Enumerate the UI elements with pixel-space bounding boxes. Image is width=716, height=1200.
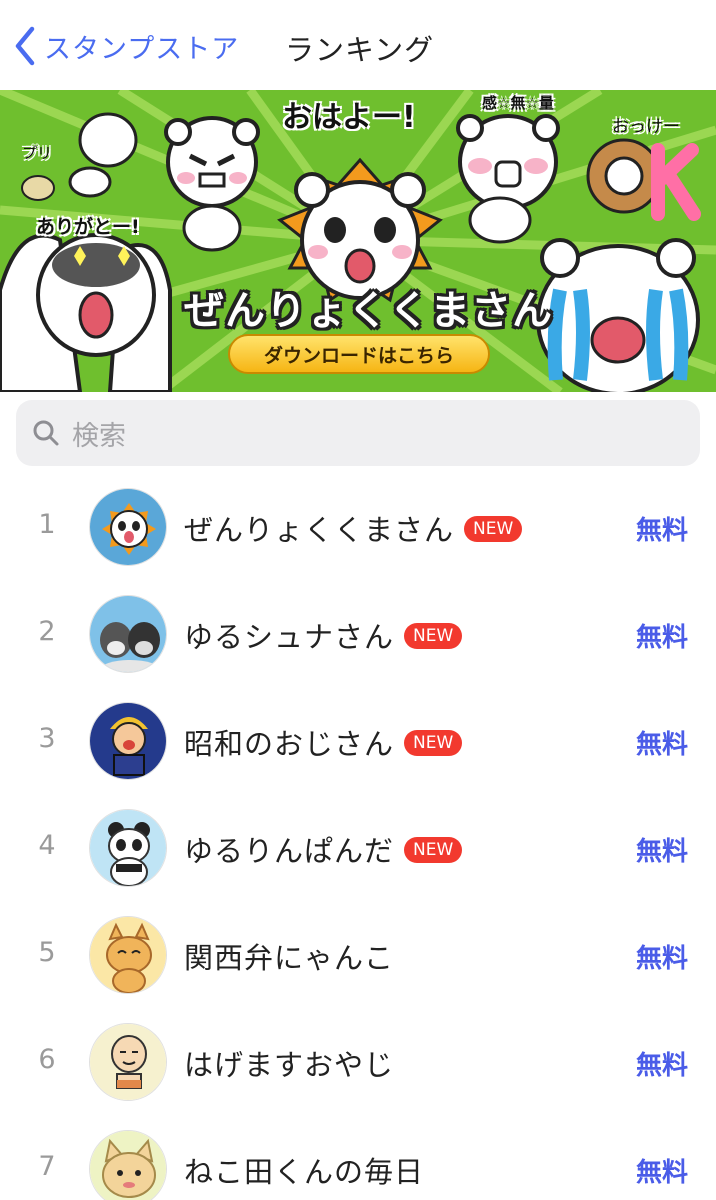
search-field[interactable]: 検索 bbox=[16, 400, 700, 466]
list-item[interactable]: 2 ゆるシュナさん NEW 無料 bbox=[0, 580, 716, 687]
rank-number: 5 bbox=[38, 937, 56, 968]
new-badge: NEW bbox=[404, 623, 463, 649]
sticker-title: 関西弁にゃんこ bbox=[184, 935, 394, 977]
back-button[interactable]: スタンプストア bbox=[14, 24, 239, 68]
sticker-thumbnail bbox=[89, 1130, 167, 1200]
sticker-thumbnail bbox=[89, 1023, 167, 1101]
price-button[interactable]: 無料 bbox=[636, 1152, 688, 1189]
rank-number: 6 bbox=[38, 1044, 56, 1075]
list-item[interactable]: 1 ぜんりょくくまさん NEW 無料 bbox=[0, 473, 716, 580]
banner-caption-okke: おっけー bbox=[612, 117, 680, 137]
ranking-list: 1 ぜんりょくくまさん NEW 無料 2 ゆるシュナさん NEW 無料 3 昭和… bbox=[0, 473, 716, 1200]
banner-caption-k: K bbox=[0, 90, 1, 91]
rank-number: 3 bbox=[38, 723, 56, 754]
sticker-title: ゆるりんぱんだ NEW bbox=[184, 828, 463, 870]
price-button[interactable]: 無料 bbox=[636, 510, 688, 547]
sticker-name: ねこ田くんの毎日 bbox=[184, 1155, 425, 1189]
search-icon bbox=[33, 420, 59, 446]
sticker-name: ゆるりんぱんだ bbox=[184, 834, 395, 868]
sticker-name: はげますおやじ bbox=[184, 1048, 395, 1082]
sticker-title: はげますおやじ bbox=[184, 1042, 394, 1084]
rank-number: 7 bbox=[38, 1151, 56, 1182]
sticker-title: 昭和のおじさん NEW bbox=[184, 721, 463, 763]
search-placeholder: 検索 bbox=[72, 420, 126, 452]
sticker-thumbnail bbox=[89, 916, 167, 994]
navigation-bar: スタンプストア ランキング bbox=[0, 0, 716, 90]
download-button[interactable]: ダウンロードはこちら bbox=[228, 334, 490, 374]
banner-caption-arigato: ありがとー! bbox=[36, 216, 140, 238]
price-button[interactable]: 無料 bbox=[636, 831, 688, 868]
new-badge: NEW bbox=[404, 730, 463, 756]
banner-caption-kanmuryo: 感☆無☆量 bbox=[482, 94, 554, 112]
sticker-name: 関西弁にゃんこ bbox=[184, 941, 395, 975]
sticker-thumbnail bbox=[89, 809, 167, 887]
list-item[interactable]: 5 関西弁にゃんこ 無料 bbox=[0, 901, 716, 1008]
sticker-thumbnail bbox=[89, 488, 167, 566]
chevron-left-icon bbox=[15, 26, 35, 66]
sticker-name: 昭和のおじさん bbox=[184, 727, 395, 761]
list-item[interactable]: 6 はげますおやじ 無料 bbox=[0, 1008, 716, 1115]
list-item[interactable]: 3 昭和のおじさん NEW 無料 bbox=[0, 687, 716, 794]
list-item[interactable]: 7 ねこ田くんの毎日 無料 bbox=[0, 1115, 716, 1200]
banner-caption-ohayo: おはよー! bbox=[282, 100, 416, 135]
price-button[interactable]: 無料 bbox=[636, 1045, 688, 1082]
price-button[interactable]: 無料 bbox=[636, 724, 688, 761]
sticker-name: ぜんりょくくまさん bbox=[184, 513, 455, 547]
sticker-thumbnail bbox=[89, 595, 167, 673]
banner-caption-puri: プリ bbox=[22, 144, 53, 162]
page-title: ランキング bbox=[285, 33, 435, 67]
list-item[interactable]: 4 ゆるりんぱんだ NEW 無料 bbox=[0, 794, 716, 901]
sticker-title: ゆるシュナさん NEW bbox=[184, 614, 463, 656]
promo-banner[interactable]: おはよー! ありがとー! 感☆無☆量 おっけー プリ K ぜんりょくくまさん ダ… bbox=[0, 90, 716, 392]
banner-title: ぜんりょくくまさん bbox=[184, 288, 553, 334]
price-button[interactable]: 無料 bbox=[636, 938, 688, 975]
back-button-label: スタンプストア bbox=[44, 33, 240, 65]
new-badge: NEW bbox=[464, 516, 523, 542]
price-button[interactable]: 無料 bbox=[636, 617, 688, 654]
new-badge: NEW bbox=[404, 837, 463, 863]
rank-number: 4 bbox=[38, 830, 56, 861]
rank-number: 1 bbox=[38, 509, 56, 540]
sticker-title: ぜんりょくくまさん NEW bbox=[184, 507, 523, 549]
sticker-name: ゆるシュナさん bbox=[184, 620, 395, 654]
sticker-thumbnail bbox=[89, 702, 167, 780]
sticker-title: ねこ田くんの毎日 bbox=[184, 1149, 424, 1191]
rank-number: 2 bbox=[38, 616, 56, 647]
